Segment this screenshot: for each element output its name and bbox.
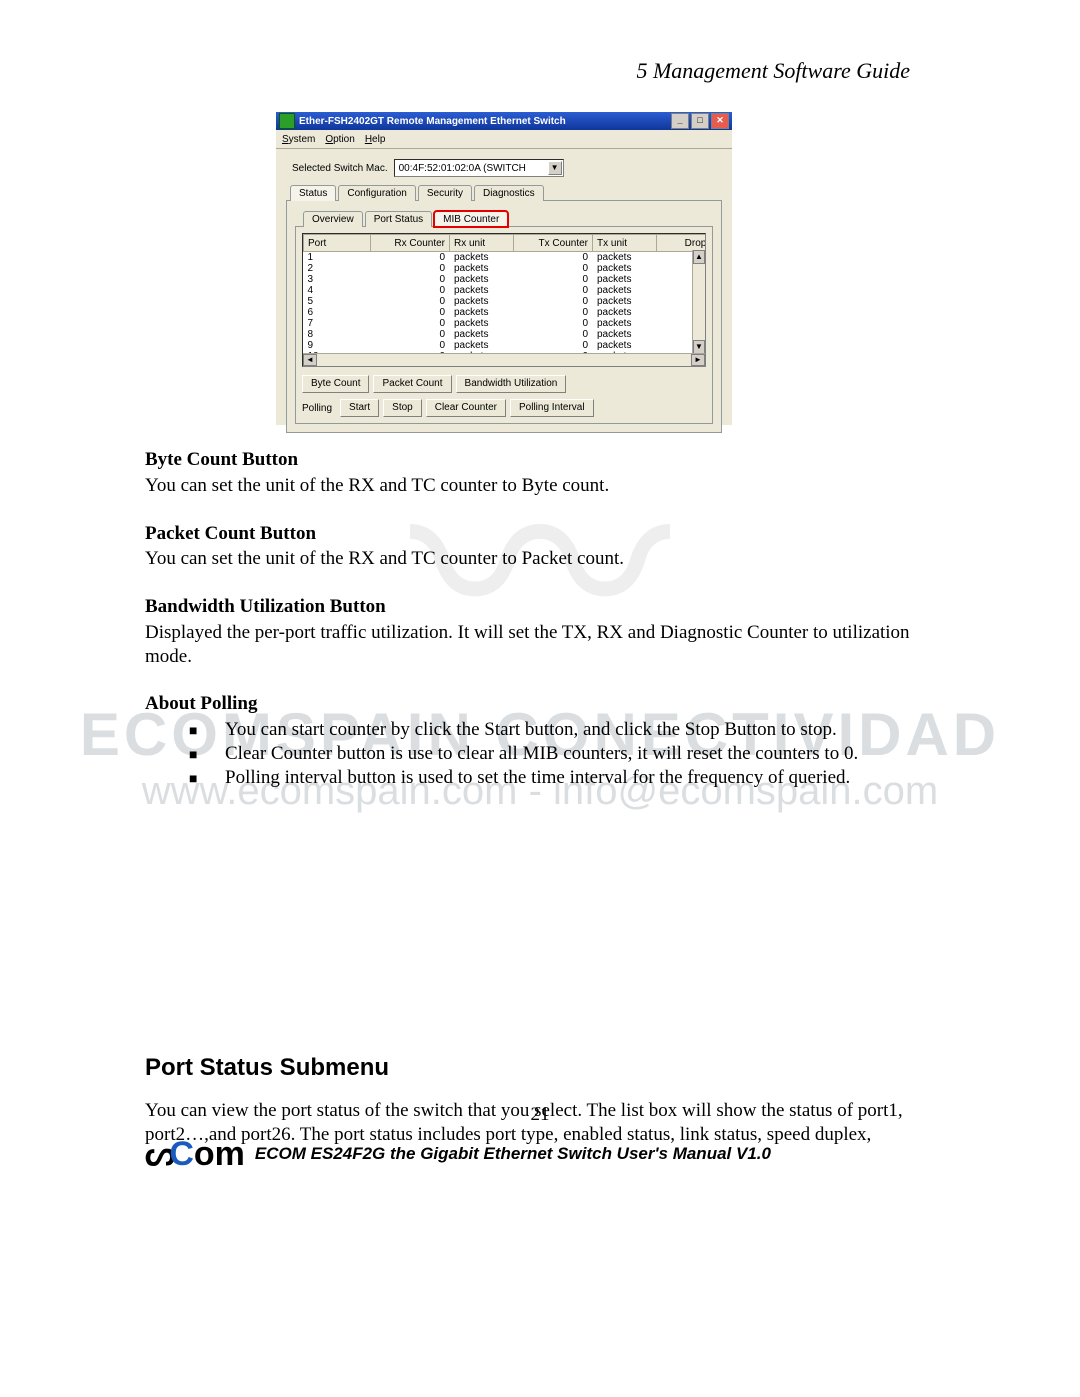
heading-about-polling: About Polling [145, 692, 935, 716]
table-row[interactable]: 50packets0packets0 [304, 296, 707, 307]
top-tabs: Status Configuration Security Diagnostic… [290, 185, 722, 201]
table-row[interactable]: 80packets0packets0 [304, 329, 707, 340]
heading-packet-count: Packet Count Button [145, 522, 935, 546]
table-row[interactable]: 20packets0packets0 [304, 263, 707, 274]
table-row[interactable]: 60packets0packets0 [304, 307, 707, 318]
app-icon [279, 113, 295, 129]
col-tx-unit[interactable]: Tx unit [593, 235, 657, 252]
scroll-right-icon[interactable]: ► [691, 354, 705, 366]
minimize-button[interactable]: _ [671, 113, 689, 129]
col-rx[interactable]: Rx Counter [371, 235, 450, 252]
maximize-button[interactable]: □ [691, 113, 709, 129]
selected-switch-value: 00:4F:52:01:02:0A (SWITCH [399, 163, 526, 174]
list-item: You can start counter by click the Start… [225, 718, 935, 742]
section-para: You can view the port status of the swit… [145, 1099, 935, 1147]
document-body: Byte Count Button You can set the unit o… [145, 448, 935, 1171]
menu-bar: System Option Help [276, 130, 732, 149]
list-item: Clear Counter button is use to clear all… [225, 742, 935, 766]
tab-diagnostics[interactable]: Diagnostics [474, 185, 544, 201]
start-button[interactable]: Start [340, 399, 379, 417]
window-title: Ether-FSH2402GT Remote Management Ethern… [299, 116, 671, 127]
table-row[interactable]: 40packets0packets0 [304, 285, 707, 296]
polling-label: Polling [302, 403, 332, 414]
bandwidth-utilization-button[interactable]: Bandwidth Utilization [456, 375, 567, 393]
byte-count-button[interactable]: Byte Count [302, 375, 369, 393]
window-titlebar[interactable]: Ether-FSH2402GT Remote Management Ethern… [276, 112, 732, 130]
menu-option[interactable]: Option [325, 134, 354, 145]
menu-system[interactable]: System [282, 134, 315, 145]
heading-bandwidth: Bandwidth Utilization Button [145, 595, 935, 619]
polling-bullets: You can start counter by click the Start… [145, 718, 935, 789]
col-tx[interactable]: Tx Counter [514, 235, 593, 252]
list-item: Polling interval button is used to set t… [225, 766, 935, 790]
heading-byte-count: Byte Count Button [145, 448, 935, 472]
selected-switch-combo[interactable]: 00:4F:52:01:02:0A (SWITCH [394, 159, 564, 177]
app-window: Ether-FSH2402GT Remote Management Ethern… [276, 112, 732, 424]
col-drop[interactable]: Drop Coun [657, 235, 707, 252]
polling-interval-button[interactable]: Polling Interval [510, 399, 594, 417]
para-packet-count: You can set the unit of the RX and TC co… [145, 547, 935, 571]
close-button[interactable]: ✕ [711, 113, 729, 129]
tab-security[interactable]: Security [418, 185, 472, 201]
section-title-port-status: Port Status Submenu [145, 1053, 935, 1083]
table-row[interactable]: 70packets0packets0 [304, 318, 707, 329]
chapter-header: 5 Management Software Guide [636, 58, 910, 84]
menu-help[interactable]: Help [365, 134, 386, 145]
tab-status[interactable]: Status [290, 185, 336, 201]
scroll-up-icon[interactable]: ▲ [693, 250, 705, 264]
mib-counter-grid[interactable]: Port Rx Counter Rx unit Tx Counter Tx un… [302, 233, 706, 367]
table-row[interactable]: 30packets0packets0 [304, 274, 707, 285]
para-bandwidth: Displayed the per-port traffic utilizati… [145, 621, 935, 669]
subtab-port-status[interactable]: Port Status [365, 211, 432, 227]
col-port[interactable]: Port [304, 235, 371, 252]
clear-counter-button[interactable]: Clear Counter [426, 399, 506, 417]
table-row[interactable]: 10packets0packets0 [304, 252, 707, 264]
subtab-overview[interactable]: Overview [303, 211, 363, 227]
scroll-down-icon[interactable]: ▼ [693, 340, 705, 354]
stop-button[interactable]: Stop [383, 399, 422, 417]
grid-hscrollbar[interactable]: ◄ ► [303, 353, 705, 366]
col-rx-unit[interactable]: Rx unit [450, 235, 514, 252]
grid-vscrollbar[interactable]: ▲ ▼ [692, 250, 705, 354]
selected-switch-label: Selected Switch Mac. [292, 163, 388, 174]
para-byte-count: You can set the unit of the RX and TC co… [145, 474, 935, 498]
scroll-left-icon[interactable]: ◄ [303, 354, 317, 366]
table-row[interactable]: 90packets0packets0 [304, 340, 707, 351]
packet-count-button[interactable]: Packet Count [373, 375, 451, 393]
subtab-mib-counter[interactable]: MIB Counter [434, 211, 508, 227]
tab-configuration[interactable]: Configuration [338, 185, 415, 201]
sub-tabs: Overview Port Status MIB Counter [303, 211, 713, 227]
